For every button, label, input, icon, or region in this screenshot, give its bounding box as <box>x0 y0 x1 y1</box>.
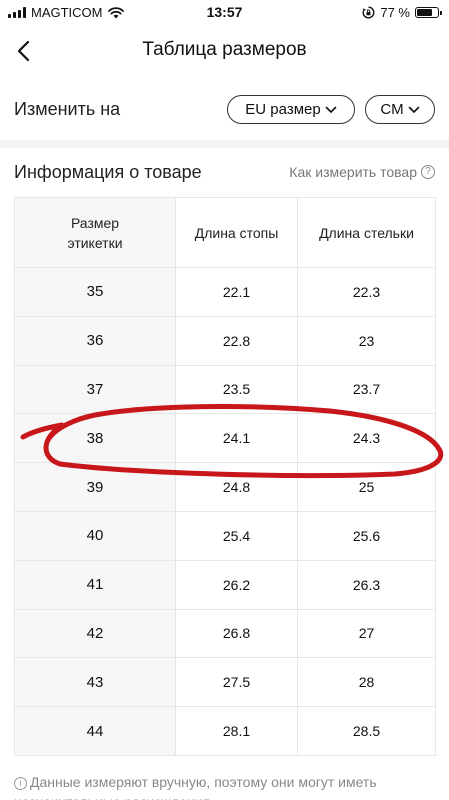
question-circle-icon: ? <box>421 165 435 179</box>
foot-length-cell: 26.8 <box>175 608 298 659</box>
how-to-measure-link[interactable]: Как измерить товар ? <box>289 164 435 180</box>
foot-length-cell: 24.1 <box>175 413 298 464</box>
status-right: 77 % <box>362 5 442 20</box>
foot-length-cell: 23.5 <box>175 364 298 415</box>
foot-length-cell: 25.4 <box>175 510 298 561</box>
size-cell: 42 <box>14 608 176 659</box>
table-row: 35 22.1 22.3 <box>14 267 436 317</box>
how-to-measure-label: Как измерить товар <box>289 164 417 180</box>
table-row: 41 26.2 26.3 <box>14 559 436 610</box>
size-cell: 36 <box>14 315 176 366</box>
table-body: 35 22.1 22.3 36 22.8 23 37 23.5 23.7 38 24.1 24.3 39… <box>14 267 436 756</box>
header-label-size-line1: Размер <box>70 214 120 231</box>
section-divider <box>0 140 449 148</box>
foot-length-cell: 22.1 <box>175 267 298 317</box>
measure-unit-dropdown[interactable]: СМ <box>365 95 435 124</box>
insole-length-cell: 22.3 <box>297 267 436 317</box>
insole-length-cell: 23 <box>297 315 436 366</box>
insole-length-cell: 24.3 <box>297 413 436 464</box>
table-row: 37 23.5 23.7 <box>14 364 436 415</box>
insole-length-cell: 23.7 <box>297 364 436 415</box>
page-title: Таблица размеров <box>142 39 307 60</box>
size-table: Размер этикетки Длина стопы Длина стельк… <box>14 197 436 756</box>
size-cell: 39 <box>14 462 176 512</box>
measurement-disclaimer: i Данные измеряют вручную, поэтому они мо… <box>14 772 444 800</box>
size-system-dropdown[interactable]: EU размер <box>227 95 355 124</box>
foot-length-cell: 26.2 <box>175 559 298 610</box>
table-row: 40 25.4 25.6 <box>14 510 436 561</box>
size-cell: 38 <box>14 413 176 464</box>
insole-length-cell: 28.5 <box>297 706 436 756</box>
size-cell: 41 <box>14 559 176 610</box>
status-bar: MAGTICOM 13:57 77 % <box>0 0 449 26</box>
section-title: Информация о товаре <box>14 162 202 182</box>
product-info-header: Информация о товаре Как измерить товар ? <box>0 150 449 194</box>
table-row: 44 28.1 28.5 <box>14 706 436 756</box>
header-label-size-line2: этикетки <box>67 234 123 251</box>
header-foot-length: Длина стопы <box>175 197 298 268</box>
table-row: 38 24.1 24.3 <box>14 413 436 464</box>
header-label-size: Размер этикетки <box>14 197 176 268</box>
table-header-row: Размер этикетки Длина стопы Длина стельк… <box>14 197 436 268</box>
foot-length-cell: 28.1 <box>175 706 298 756</box>
foot-length-cell: 22.8 <box>175 315 298 366</box>
foot-length-cell: 27.5 <box>175 657 298 708</box>
orientation-lock-icon <box>362 6 375 19</box>
nav-bar: Таблица размеров <box>0 26 449 76</box>
battery-icon <box>415 7 442 18</box>
table-row: 39 24.8 25 <box>14 462 436 512</box>
battery-percent: 77 % <box>380 5 410 20</box>
measure-unit-value: СМ <box>380 101 404 118</box>
foot-length-cell: 24.8 <box>175 462 298 512</box>
info-icon: i <box>14 777 27 790</box>
table-row: 36 22.8 23 <box>14 315 436 366</box>
insole-length-cell: 25.6 <box>297 510 436 561</box>
insole-length-cell: 28 <box>297 657 436 708</box>
size-cell: 35 <box>14 267 176 317</box>
disclaimer-text: Данные измеряют вручную, поэтому они мог… <box>14 774 377 800</box>
unit-switcher: Изменить на EU размер СМ <box>0 82 449 140</box>
table-row: 43 27.5 28 <box>14 657 436 708</box>
insole-length-cell: 26.3 <box>297 559 436 610</box>
size-cell: 40 <box>14 510 176 561</box>
chevron-down-icon <box>325 106 337 113</box>
battery-level <box>417 9 433 16</box>
insole-length-cell: 25 <box>297 462 436 512</box>
header-insole-length: Длина стельки <box>297 197 436 268</box>
size-cell: 43 <box>14 657 176 708</box>
size-cell: 44 <box>14 706 176 756</box>
unit-switcher-label: Изменить на <box>14 99 121 119</box>
size-cell: 37 <box>14 364 176 415</box>
insole-length-cell: 27 <box>297 608 436 659</box>
table-row: 42 26.8 27 <box>14 608 436 659</box>
size-system-value: EU размер <box>245 101 321 118</box>
chevron-down-icon <box>408 106 419 113</box>
